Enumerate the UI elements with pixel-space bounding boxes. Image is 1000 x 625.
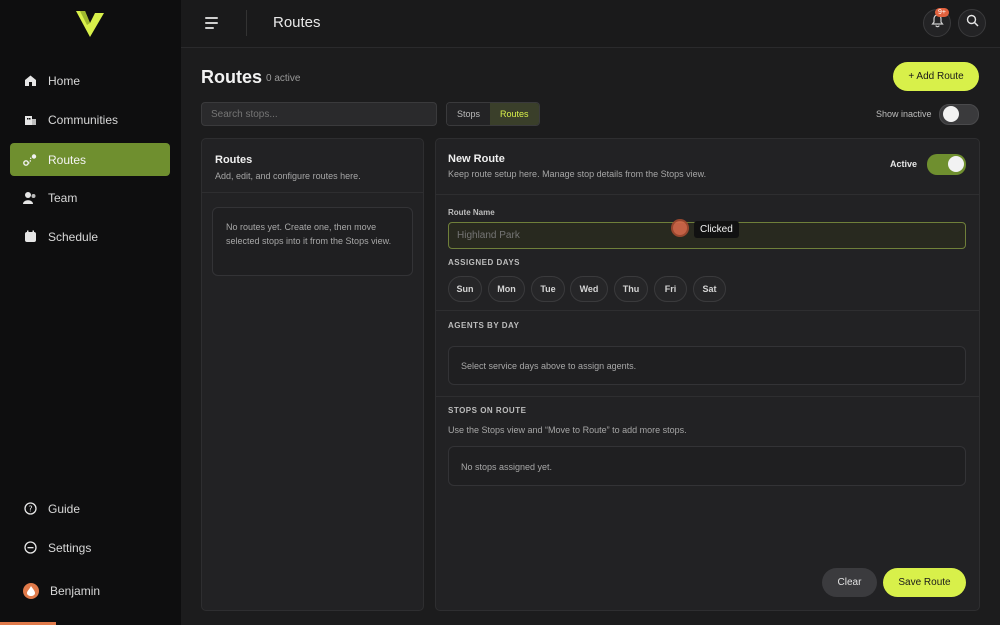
editor-title: New Route [448,153,505,165]
stops-hint: Use the Stops view and “Move to Route” t… [448,425,687,435]
sidebar-item-label: Guide [48,501,81,516]
assigned-days-label: ASSIGNED DAYS [448,258,520,267]
routes-panel-subtitle: Add, edit, and configure routes here. [215,171,361,181]
search-input[interactable] [201,102,437,126]
menu-icon[interactable] [205,14,223,32]
agents-by-day-label: AGENTS BY DAY [448,321,520,330]
sidebar-item-communities[interactable]: Communities [10,103,170,136]
sidebar-item-schedule[interactable]: Schedule [10,220,170,253]
app-logo[interactable] [76,11,104,37]
click-indicator [671,219,689,237]
toggle-knob [943,106,959,122]
search-icon [966,14,979,32]
sidebar-item-settings[interactable]: Settings [10,531,170,564]
routes-empty-state: No routes yet. Create one, then move sel… [212,207,413,276]
user-profile[interactable]: Benjamin [10,578,170,604]
divider [202,192,423,193]
help-circle-icon: ? [23,502,37,516]
active-toggle[interactable] [927,154,966,175]
stops-empty-state: No stops assigned yet. [448,446,966,486]
svg-text:?: ? [28,504,32,513]
user-name: Benjamin [50,584,101,598]
sidebar-item-label: Schedule [48,229,99,244]
divider [436,194,979,195]
search-button[interactable] [958,9,986,37]
day-chip-tue[interactable]: Tue [531,276,565,302]
team-icon [23,191,37,205]
sidebar-item-guide[interactable]: ? Guide [10,492,170,525]
day-chip-fri[interactable]: Fri [654,276,687,302]
calendar-icon [23,230,37,244]
divider [246,10,247,36]
sidebar-item-label: Routes [48,152,87,167]
home-icon [23,74,37,88]
sidebar-item-label: Team [48,190,78,205]
divider [436,396,979,397]
day-chip-mon[interactable]: Mon [488,276,525,302]
editor-subtitle: Keep route setup here. Manage stop detai… [448,169,707,179]
top-bar: Routes [181,0,1000,48]
notification-badge: 9+ [935,8,949,17]
day-chip-sat[interactable]: Sat [693,276,726,302]
view-toggle: Stops Routes [446,102,540,126]
route-icon [23,153,37,167]
divider [436,310,979,311]
building-icon [23,113,37,127]
routes-panel-title: Routes [215,154,253,166]
page-header-title: Routes [273,14,321,31]
avatar [23,583,39,599]
sidebar: Home Communities Routes Team Schedule ? … [0,0,181,625]
stops-on-route-label: STOPS ON ROUTE [448,406,527,415]
sidebar-item-home[interactable]: Home [10,64,170,97]
active-label: Active [890,159,918,169]
sidebar-item-label: Settings [48,540,92,555]
day-chip-sun[interactable]: Sun [448,276,482,302]
sidebar-item-label: Home [48,73,81,88]
tab-stops[interactable]: Stops [447,103,491,125]
toggle-knob [948,156,964,172]
tab-routes[interactable]: Routes [490,103,539,125]
settings-icon [23,541,37,555]
show-inactive-label: Show inactive [876,109,932,119]
day-chip-wed[interactable]: Wed [570,276,608,302]
sidebar-item-routes[interactable]: Routes [10,143,170,176]
page-title: Routes [201,67,263,87]
save-route-button[interactable]: Save Route [883,568,966,597]
active-count: 0 active [266,73,301,84]
day-chip-thu[interactable]: Thu [614,276,648,302]
sidebar-item-label: Communities [48,112,119,127]
route-name-label: Route Name [448,208,495,217]
show-inactive-toggle[interactable] [939,104,979,125]
agents-empty-state: Select service days above to assign agen… [448,346,966,385]
clear-button[interactable]: Clear [822,568,877,597]
add-route-button[interactable]: + Add Route [893,62,979,91]
click-tooltip: Clicked [694,221,739,238]
sidebar-item-team[interactable]: Team [10,181,170,214]
